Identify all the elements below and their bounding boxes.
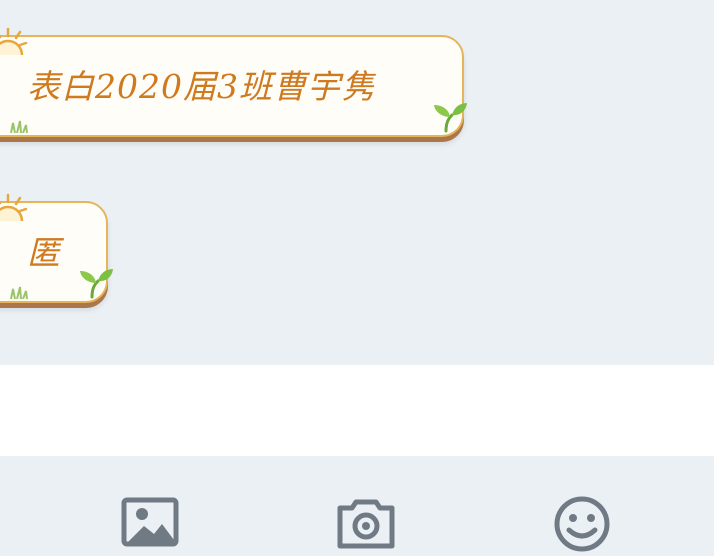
message-text: 表白2020届3班曹宇隽 — [27, 67, 375, 106]
input-toolbar — [0, 456, 714, 552]
emoji-icon — [554, 496, 610, 552]
message-input[interactable] — [0, 365, 714, 456]
message-text: 匿 — [27, 233, 61, 272]
image-icon — [121, 497, 179, 547]
chat-area: 表白2020届3班曹宇隽 匿 — [0, 0, 714, 365]
message-bubble[interactable]: 匿 — [0, 193, 113, 303]
grass-icon — [10, 286, 28, 299]
sun-icon — [0, 193, 28, 222]
sun-icon — [0, 27, 28, 56]
sprout-icon — [80, 269, 113, 299]
image-button[interactable] — [118, 496, 182, 556]
grass-icon — [10, 120, 28, 133]
message-bubble[interactable]: 表白2020届3班曹宇隽 — [0, 27, 467, 137]
sprout-icon — [434, 103, 467, 133]
camera-icon — [337, 499, 395, 549]
camera-button[interactable] — [334, 496, 398, 556]
emoji-button[interactable] — [550, 496, 614, 556]
